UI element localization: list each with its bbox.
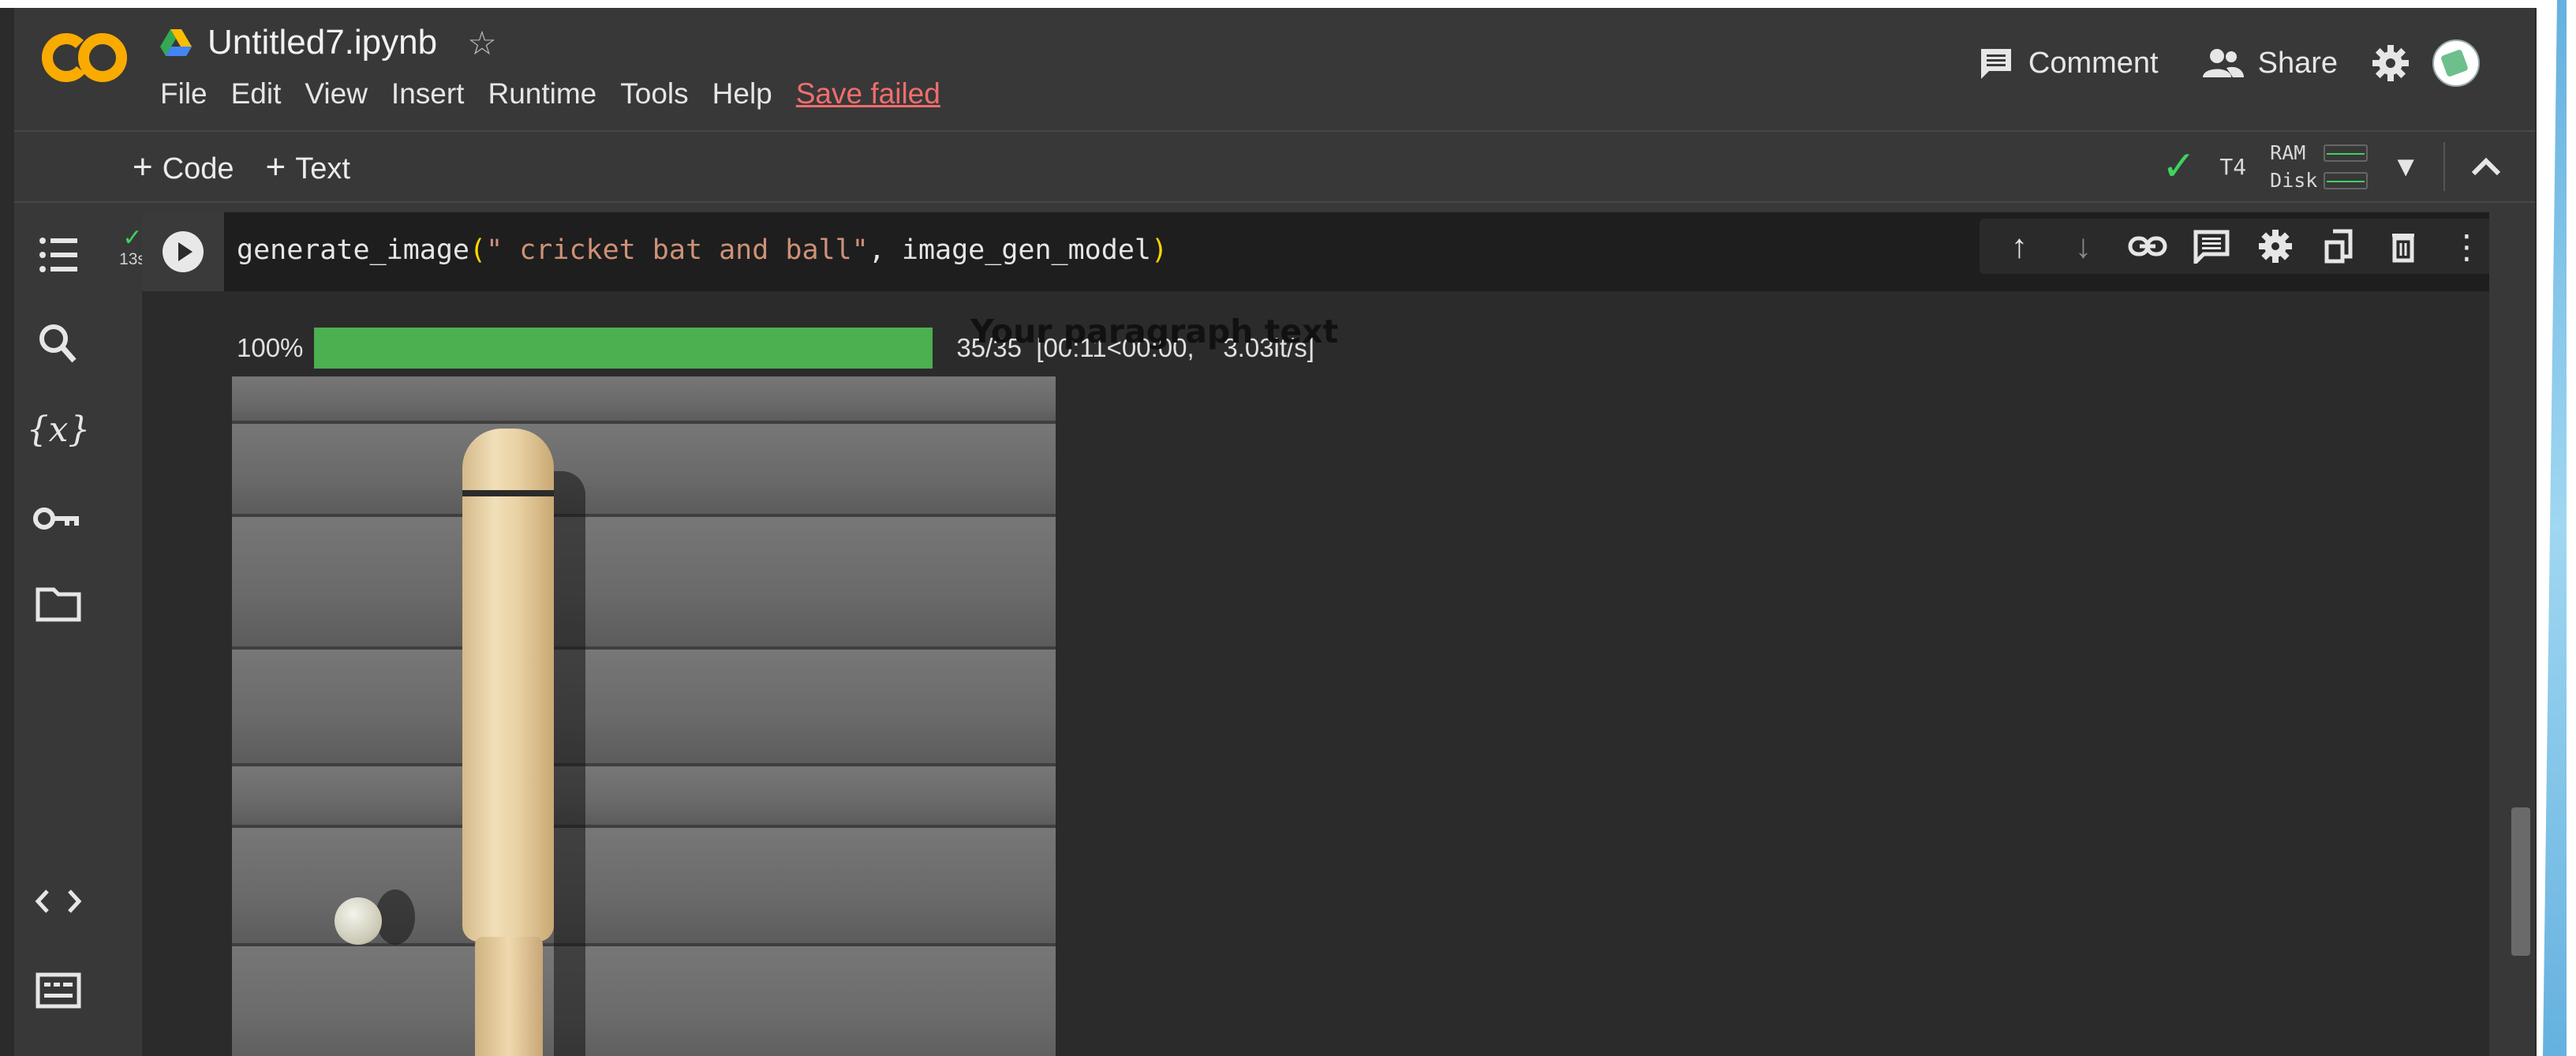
menu-tools[interactable]: Tools [620, 77, 688, 110]
menu-help[interactable]: Help [712, 77, 772, 110]
disk-label: Disk [2270, 169, 2318, 192]
scrollbar-track[interactable] [2489, 203, 2535, 1056]
link-icon[interactable] [2124, 230, 2171, 262]
add-code-label: Code [162, 152, 234, 185]
code-text[interactable]: generate_image(" cricket bat and ball", … [237, 234, 1168, 266]
code-function: generate_image [237, 234, 470, 266]
menu-edit[interactable]: Edit [231, 77, 282, 110]
add-text-button[interactable]: + Text [266, 148, 350, 187]
cricket-ball [335, 897, 382, 945]
menu-view[interactable]: View [305, 77, 368, 110]
search-icon[interactable] [14, 320, 103, 367]
progress-percent: 100% [237, 333, 304, 362]
code-args: , image_gen_model [868, 234, 1151, 266]
comment-button[interactable]: Comment [1967, 39, 2170, 87]
code-string: " cricket bat and ball" [486, 234, 869, 266]
command-palette-icon[interactable] [14, 968, 103, 1013]
account-avatar[interactable] [2432, 39, 2480, 87]
share-label: Share [2257, 46, 2338, 80]
move-up-icon[interactable]: ↑ [1996, 227, 2043, 265]
cell-toolbar: ↑ ↓ ⋮ [1980, 219, 2507, 274]
cell-comment-icon[interactable] [2188, 229, 2235, 264]
header: Untitled7.ipynb ☆ File Edit View Insert … [14, 8, 2535, 130]
variables-icon[interactable]: {x} [14, 410, 103, 450]
cricket-bat [462, 429, 554, 942]
code-paren-open: ( [469, 234, 487, 266]
slide-right-edge [2537, 0, 2576, 1056]
key-icon[interactable] [14, 499, 103, 538]
left-sidebar: {x} [14, 203, 103, 1056]
progress-bar-fill [314, 328, 933, 369]
notebook-title[interactable]: Untitled7.ipynb [208, 23, 437, 62]
google-drive-icon [160, 29, 192, 56]
insert-actions: + Code + Text [133, 148, 350, 187]
ram-meter [2324, 144, 2368, 162]
colab-window: Untitled7.ipynb ☆ File Edit View Insert … [14, 8, 2535, 1056]
move-down-icon[interactable]: ↓ [2060, 227, 2107, 265]
paragraph-text[interactable]: Your paragraph text [970, 313, 1338, 350]
title-row: Untitled7.ipynb ☆ [160, 21, 497, 65]
add-text-label: Text [295, 152, 350, 185]
toolbar-divider [2443, 142, 2445, 191]
plus-icon: + [265, 148, 286, 186]
folder-icon[interactable] [14, 582, 103, 626]
generated-image [232, 376, 1056, 1056]
cell-settings-icon[interactable] [2252, 228, 2299, 264]
gear-icon[interactable] [2371, 43, 2410, 83]
collapse-header-icon[interactable] [2469, 155, 2503, 178]
people-icon [2202, 49, 2244, 77]
more-options-icon[interactable]: ⋮ [2443, 227, 2491, 266]
menu-bar: File Edit View Insert Runtime Tools Help… [160, 77, 964, 110]
runtime-type[interactable]: T4 [2219, 154, 2246, 180]
code-snippets-icon[interactable] [14, 882, 103, 921]
runtime-dropdown-icon[interactable]: ▼ [2391, 150, 2420, 183]
disk-meter [2324, 171, 2368, 189]
menu-runtime[interactable]: Runtime [488, 77, 596, 110]
code-paren-close: ) [1150, 234, 1168, 266]
connected-check-icon: ✓ [2161, 144, 2197, 189]
comment-label: Comment [2028, 46, 2159, 80]
comment-icon [1980, 49, 2011, 79]
run-cell-button[interactable] [163, 231, 204, 272]
ram-label: RAM [2270, 141, 2306, 164]
colab-logo-icon[interactable] [41, 30, 128, 85]
menu-insert[interactable]: Insert [391, 77, 465, 110]
header-actions: Comment Share [1967, 39, 2480, 87]
runtime-status: ✓ T4 RAM Disk ▼ [2162, 141, 2503, 192]
notebook-toolbar: + Code + Text ✓ T4 RAM Disk ▼ [14, 130, 2535, 203]
plus-icon: + [133, 148, 153, 186]
star-icon[interactable]: ☆ [467, 24, 497, 62]
scrollbar-thumb[interactable] [2511, 807, 2530, 956]
delete-icon[interactable] [2380, 229, 2427, 264]
slide-top-edge [0, 0, 2576, 8]
share-button[interactable]: Share [2192, 40, 2349, 87]
resource-meters[interactable]: RAM Disk [2270, 141, 2368, 192]
menu-file[interactable]: File [160, 77, 208, 110]
add-code-button[interactable]: + Code [133, 148, 234, 187]
table-of-contents-icon[interactable] [14, 231, 103, 279]
progress-bar [314, 328, 933, 369]
save-failed-link[interactable]: Save failed [796, 77, 940, 110]
run-cell-gutter [142, 212, 224, 291]
mirror-cell-icon[interactable] [2316, 228, 2363, 264]
